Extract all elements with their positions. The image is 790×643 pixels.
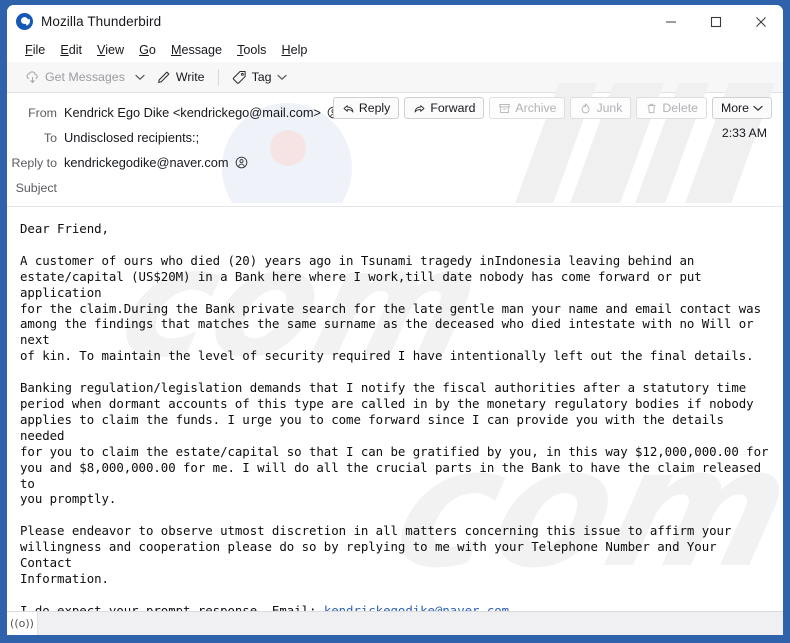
body-paragraph-1: A customer of ours who died (20) years a… (20, 252, 761, 364)
chevron-down-icon (135, 74, 145, 80)
thunderbird-logo-icon (15, 11, 34, 30)
message-action-buttons: Reply Forward Archive Junk Delete More (332, 97, 772, 119)
more-button[interactable]: More (711, 97, 772, 119)
title-bar: Mozilla Thunderbird (7, 5, 783, 38)
menu-label-view-rest: iew (105, 43, 125, 57)
reply-label: Reply (358, 101, 391, 115)
menu-item-edit[interactable]: Edit (53, 41, 90, 59)
menu-label-help-rest: elp (290, 43, 308, 57)
reply-button[interactable]: Reply (332, 97, 400, 119)
message-body-text: Dear Friend, A customer of ours who died… (7, 207, 783, 611)
header-row-to: To Undisclosed recipients:; (7, 125, 783, 150)
archive-button[interactable]: Archive (489, 97, 566, 119)
write-button[interactable]: Write (150, 66, 211, 89)
reply-to-label: Reply to (11, 155, 57, 170)
get-messages-label: Get Messages (45, 70, 125, 84)
menu-item-file[interactable]: File (18, 41, 53, 59)
menu-item-view[interactable]: View (90, 41, 132, 59)
pencil-icon (156, 70, 171, 85)
chevron-down-icon (753, 105, 763, 112)
menu-item-go[interactable]: Go (132, 41, 164, 59)
more-label: More (720, 101, 749, 115)
from-label: From (28, 105, 57, 120)
get-messages-dropdown[interactable] (131, 66, 150, 89)
body-paragraph-3: Please endeavor to observe utmost discre… (20, 523, 732, 586)
menu-bar: File Edit View Go Message Tools Help (7, 38, 783, 62)
tag-label: Tag (251, 70, 272, 84)
contact-circle-icon[interactable] (235, 156, 248, 169)
message-time: 2:33 AM (721, 126, 767, 140)
maximize-icon[interactable] (693, 5, 738, 38)
tag-icon (232, 70, 247, 85)
window-title: Mozilla Thunderbird (41, 14, 162, 29)
from-value[interactable]: Kendrick Ego Dike <kendrickego@mail.com> (64, 105, 340, 120)
forward-button[interactable]: Forward (404, 97, 485, 119)
delete-button[interactable]: Delete (636, 97, 707, 119)
window-controls (648, 5, 783, 38)
reply-to-address: kendrickegodike@naver.com (64, 155, 229, 170)
tag-chevron-down-icon[interactable] (276, 74, 287, 81)
subject-label: Subject (15, 180, 57, 195)
menu-label-go-rest: o (148, 43, 156, 57)
delete-label: Delete (662, 101, 698, 115)
main-toolbar: Get Messages Write Tag (7, 62, 783, 93)
to-value[interactable]: Undisclosed recipients:; (64, 130, 199, 145)
junk-flame-icon (579, 102, 592, 115)
body-closing-prefix: I do expect your prompt response. Email: (20, 602, 324, 611)
menu-item-tools[interactable]: Tools (230, 41, 274, 59)
message-body-area[interactable]: com com Dear Friend, A customer of ours … (7, 207, 783, 611)
tag-button[interactable]: Tag (226, 66, 293, 89)
header-row-reply-to: Reply to kendrickegodike@naver.com (7, 150, 783, 175)
broadcast-signal-icon[interactable]: ((o)) (7, 612, 38, 635)
message-header: Reply Forward Archive Junk Delete More 2… (7, 83, 783, 207)
get-messages-button[interactable]: Get Messages (19, 66, 131, 89)
download-cloud-icon (25, 70, 40, 85)
body-paragraph-2: Banking regulation/legislation demands t… (20, 380, 769, 507)
menu-item-help[interactable]: Help (274, 41, 315, 59)
header-row-subject: Subject (7, 175, 783, 200)
reply-arrow-icon (342, 102, 355, 115)
desktop-backdrop: Mozilla Thunderbird File Edit View Go Me… (0, 0, 790, 643)
forward-arrow-icon (413, 102, 426, 115)
archive-box-icon (498, 102, 511, 115)
menu-label-file-rest: ile (32, 43, 46, 57)
minimize-icon[interactable] (648, 5, 693, 38)
status-bar: ((o)) (7, 611, 783, 635)
menu-label-tools-rest: ools (243, 43, 267, 57)
trash-icon (645, 102, 658, 115)
write-label: Write (175, 70, 205, 84)
junk-button[interactable]: Junk (570, 97, 632, 119)
to-label: To (43, 130, 57, 145)
body-greeting: Dear Friend, (20, 221, 109, 236)
thunderbird-window: Mozilla Thunderbird File Edit View Go Me… (7, 5, 783, 635)
archive-label: Archive (515, 101, 557, 115)
menu-label-message-rest: essage (181, 43, 223, 57)
junk-label: Junk (596, 101, 623, 115)
close-icon[interactable] (738, 5, 783, 38)
contact-email-link[interactable]: kendrickegodike@naver.com (324, 603, 509, 611)
menu-item-message[interactable]: Message (164, 41, 230, 59)
toolbar-separator (217, 68, 219, 86)
forward-label: Forward (430, 101, 476, 115)
from-address: Kendrick Ego Dike <kendrickego@mail.com> (64, 105, 321, 120)
reply-to-value[interactable]: kendrickegodike@naver.com (64, 155, 248, 170)
menu-label-edit-rest: dit (68, 43, 83, 57)
